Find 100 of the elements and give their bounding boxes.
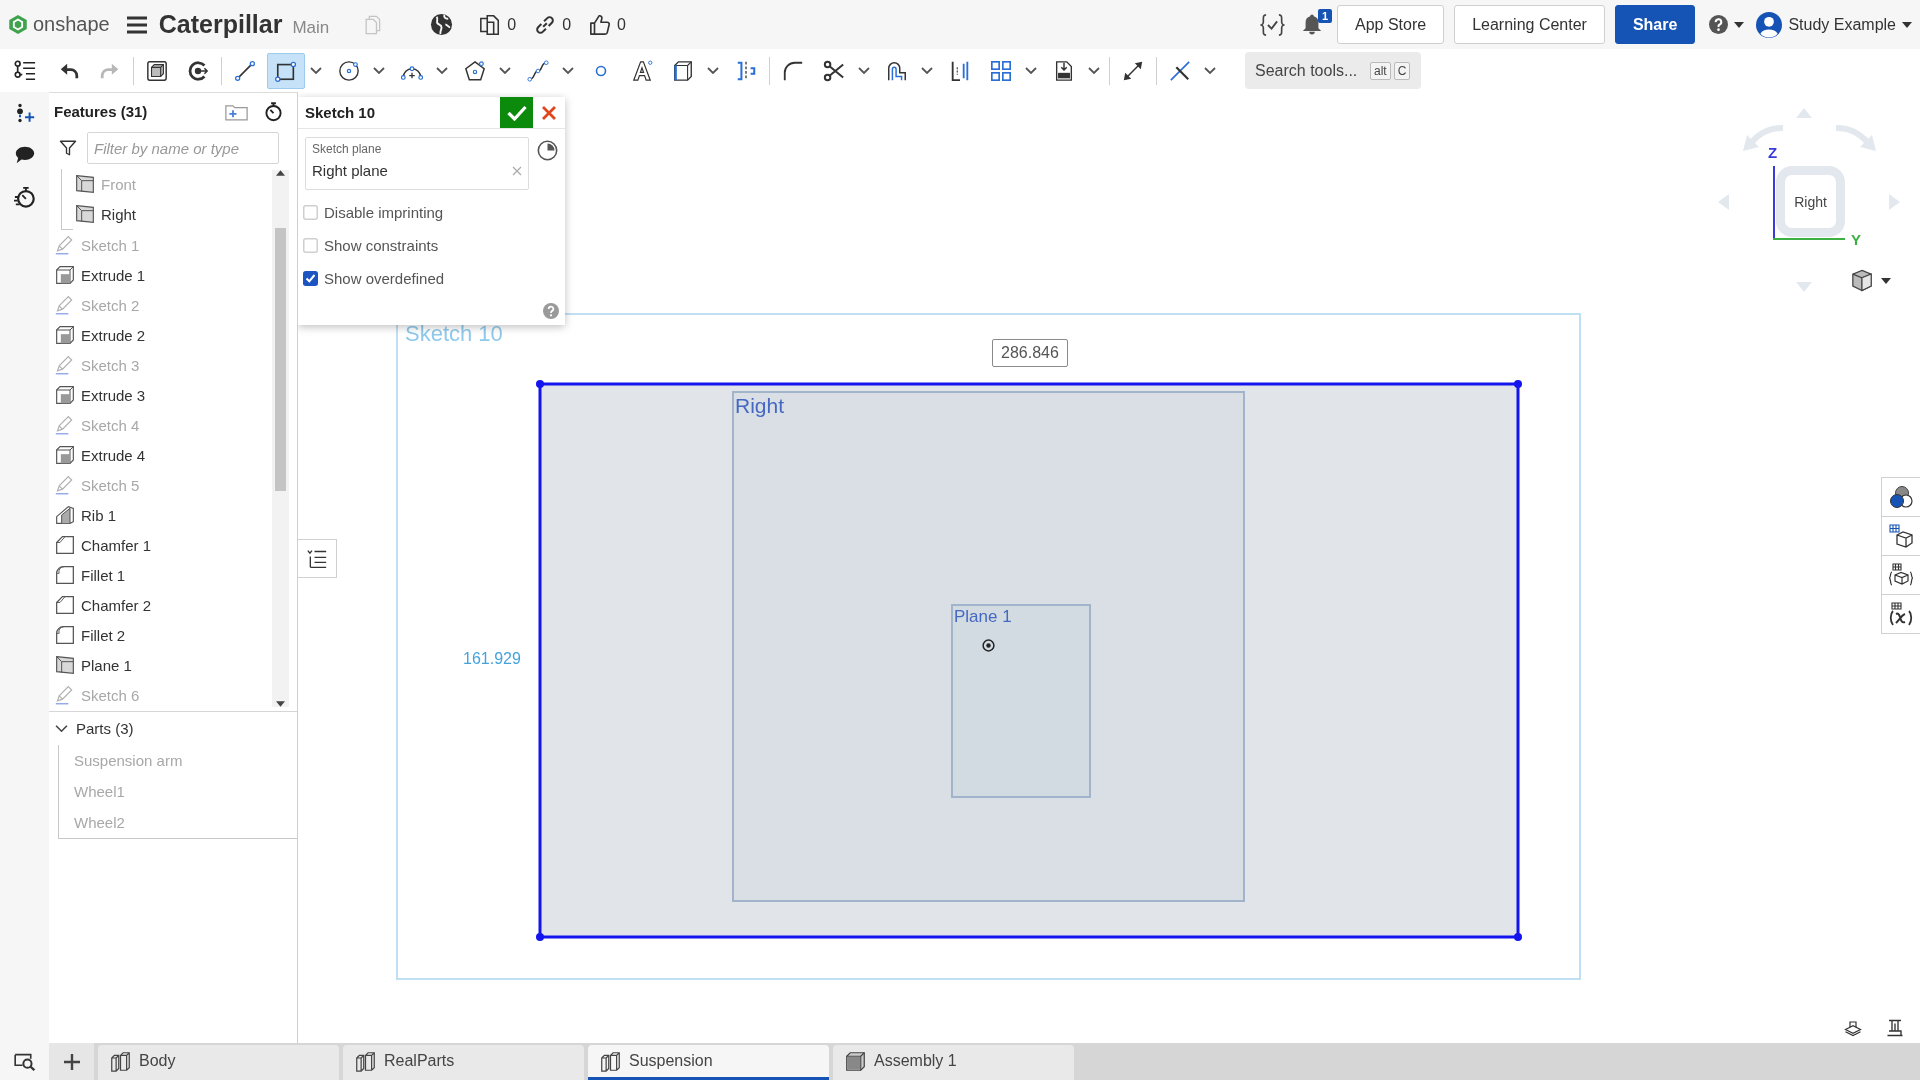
pencil-icon — [55, 475, 75, 495]
stacked-sheets-button[interactable] — [1843, 1019, 1863, 1037]
search-tabs-button[interactable] — [0, 1043, 49, 1080]
feature-item[interactable]: Fillet 1 — [49, 560, 126, 590]
plus-icon — [63, 1053, 80, 1070]
help-button[interactable] — [1709, 15, 1745, 34]
header-button[interactable]: App Store — [1337, 5, 1445, 44]
triangle-left-icon — [1718, 194, 1729, 210]
checkbox[interactable] — [303, 271, 318, 286]
feature-item[interactable]: Fillet 2 — [49, 620, 126, 650]
menu-icon — [126, 15, 147, 34]
add-tab-button[interactable] — [49, 1043, 94, 1080]
option-label: Show overdefined — [324, 270, 445, 287]
sketch-plane-field[interactable]: Sketch plane Right plane — [305, 137, 529, 190]
filter-input[interactable]: Filter by name or type — [87, 132, 279, 164]
field-label: Sketch plane — [312, 142, 383, 156]
framed-box-icon — [146, 59, 168, 82]
curve-corner-icon — [782, 59, 804, 82]
grid-cube-braces-icon — [1889, 563, 1913, 587]
circle-arrow-icon — [187, 59, 209, 82]
plane-icon — [75, 174, 95, 194]
help-icon[interactable] — [543, 303, 559, 319]
user-menu-button[interactable]: Study Example — [1756, 11, 1912, 38]
feature-item[interactable]: Right — [62, 199, 137, 229]
chevron-down-icon — [310, 67, 322, 74]
origin-point-icon — [982, 639, 995, 652]
feature-item[interactable]: Extrude 1 — [49, 260, 146, 290]
bracket-lines-icon — [949, 59, 971, 82]
bracket-stand-button[interactable] — [1886, 1019, 1904, 1037]
triangle-down-icon — [1796, 282, 1812, 292]
layered-box-icon — [55, 445, 75, 465]
point-icon — [595, 64, 607, 77]
feature-item[interactable]: Extrude 3 — [49, 380, 146, 410]
document-tab[interactable]: Body — [98, 1045, 339, 1080]
scissors-icon — [823, 59, 845, 82]
square-edge-icon — [672, 59, 694, 82]
logo-text: onshape — [33, 13, 110, 36]
feature-item[interactable]: Rib 1 — [49, 500, 117, 530]
feature-list-button[interactable] — [0, 49, 49, 92]
scrollbar-thumb[interactable] — [275, 228, 286, 491]
feature-item[interactable]: Extrude 4 — [49, 440, 146, 470]
chevron-down-icon — [1088, 67, 1100, 74]
header-button[interactable]: Learning Center — [1454, 5, 1605, 44]
document-tab[interactable]: Assembly 1 — [833, 1045, 1074, 1080]
counter-button[interactable]: 0 — [534, 13, 572, 36]
circles-button[interactable] — [1881, 477, 1920, 517]
list-icon — [307, 548, 327, 569]
comment-icon — [13, 145, 36, 165]
clear-icon — [512, 165, 522, 176]
view-mode-button[interactable] — [1851, 269, 1891, 292]
feature-item[interactable]: Extrude 2 — [49, 320, 146, 350]
search-tools-field[interactable]: Search tools... alt C — [1245, 52, 1421, 89]
file-export-icon — [1053, 59, 1075, 82]
cancel-button[interactable] — [533, 97, 565, 128]
bracket-stand-icon — [1886, 1019, 1904, 1037]
dimension-value[interactable]: 286.846 — [992, 339, 1068, 367]
search-tools-input[interactable]: Search tools... — [1255, 61, 1367, 80]
layered-box-icon — [55, 385, 75, 405]
primary-button[interactable]: Share — [1614, 5, 1696, 44]
pencil-icon — [55, 685, 75, 705]
feature-item[interactable]: Chamfer 2 — [49, 590, 152, 620]
search-icon — [13, 1052, 36, 1071]
feature-item[interactable]: Plane 1 — [49, 650, 132, 680]
plane-icon — [75, 204, 95, 224]
document-stack-icon — [479, 13, 502, 36]
menu-button[interactable] — [126, 15, 147, 34]
stopwatch-icon — [264, 101, 283, 122]
grid-function-button[interactable] — [1881, 594, 1920, 634]
thumbs-up-icon — [589, 13, 612, 36]
line-icon — [234, 59, 256, 82]
rectangle-tool-button[interactable] — [267, 52, 305, 89]
field-value: Right plane — [312, 162, 388, 179]
chevron-down-icon — [499, 67, 511, 74]
caret-down-icon — [1734, 21, 1745, 28]
braces-check-button[interactable] — [1260, 13, 1285, 36]
crossed-lines-icon — [1169, 59, 1191, 82]
cube-icon — [1851, 269, 1873, 292]
link-icon — [534, 13, 557, 36]
confirm-button[interactable] — [500, 97, 533, 128]
mirror-icon — [735, 59, 757, 82]
sketch-label: Sketch 10 — [405, 321, 503, 347]
list-toggle-button[interactable] — [298, 539, 337, 578]
document-tab[interactable]: Suspension — [588, 1045, 829, 1080]
grid-function-icon — [1889, 602, 1913, 626]
add-folder-button[interactable] — [225, 102, 248, 121]
filter-button[interactable] — [59, 139, 77, 157]
globe-button[interactable] — [430, 13, 454, 36]
option-label: Disable imprinting — [324, 204, 444, 221]
parts-header[interactable]: Parts (3) — [49, 712, 297, 745]
feature-item[interactable]: Chamfer 1 — [49, 530, 152, 560]
plane-label: Right — [735, 394, 785, 418]
counter-button[interactable]: 0 — [479, 13, 517, 36]
globe-icon — [430, 13, 454, 36]
view-cube-face[interactable]: Right — [1776, 166, 1845, 237]
stopwatch-button[interactable] — [264, 101, 283, 122]
counter-button[interactable]: 0 — [589, 13, 626, 36]
scroll-down-icon — [276, 701, 285, 707]
document-tab[interactable]: RealParts — [343, 1045, 584, 1080]
clock-button[interactable] — [537, 140, 558, 161]
chevron-down-icon — [921, 67, 933, 74]
